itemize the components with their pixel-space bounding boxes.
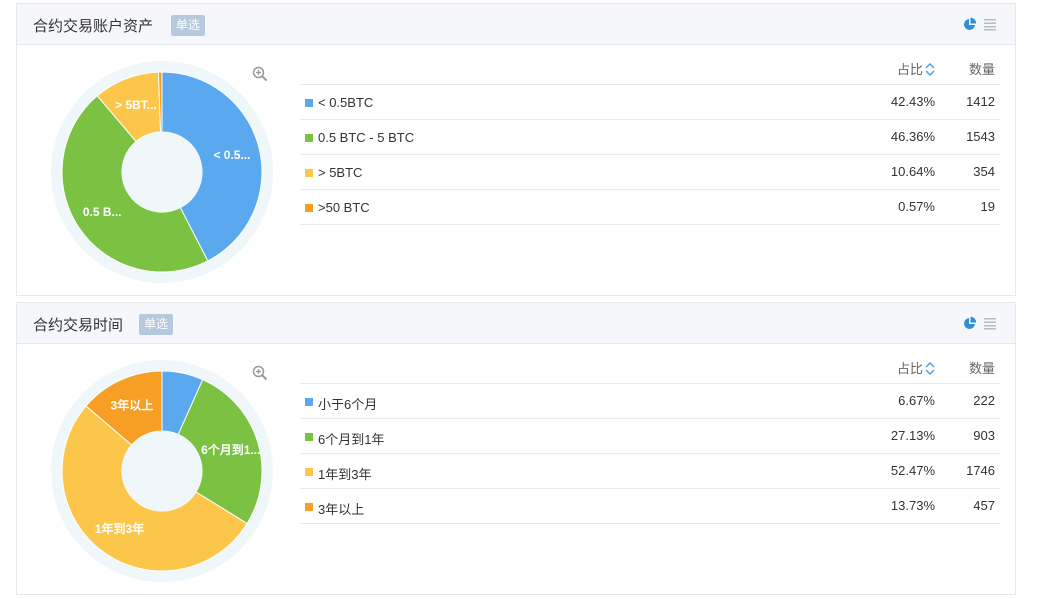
count-header: 数量: [968, 62, 995, 77]
view-toggle: [963, 17, 997, 31]
sort-icon[interactable]: [925, 362, 935, 375]
row-count: 354: [973, 164, 995, 179]
percent-header[interactable]: 占比: [897, 358, 935, 377]
row-label: < 0.5BTC: [318, 95, 374, 110]
donut-chart: < 0.5... 0.5 B... > 5BT...: [50, 60, 274, 284]
row-percent: 10.64%: [890, 164, 935, 179]
view-toggle: [963, 316, 997, 330]
data-table: 占比 数量 < 0.5BTC 42.43% 1412 0.5 BTC - 5 BTC 4…: [300, 45, 1000, 225]
row-percent: 42.43%: [890, 94, 935, 109]
row-count: 903: [973, 428, 995, 443]
row-label: 1年到3年: [318, 467, 372, 482]
table-row[interactable]: 0.5 BTC - 5 BTC 46.36% 1543: [300, 120, 1000, 155]
row-label: > 5BTC: [318, 165, 363, 180]
legend-swatch: [305, 398, 313, 406]
percent-header[interactable]: 占比: [897, 59, 935, 78]
row-percent: 27.13%: [890, 428, 935, 443]
slice-label: > 5BT...: [115, 98, 157, 112]
data-table: 占比 数量 小于6个月 6.67% 222 6个月到1年 27.13% 903 1年到3年 5…: [300, 344, 1000, 524]
row-label: 6个月到1年: [318, 432, 385, 447]
table-row[interactable]: < 0.5BTC 42.43% 1412: [300, 85, 1000, 120]
row-label: >50 BTC: [318, 200, 370, 215]
slice-label: < 0.5...: [213, 148, 250, 162]
table-row[interactable]: 6个月到1年 27.13% 903: [300, 419, 1000, 454]
pie-chart-icon[interactable]: [963, 316, 977, 330]
row-count: 19: [980, 199, 995, 214]
donut-hole: [122, 431, 202, 511]
slice-label: 0.5 B...: [83, 205, 122, 219]
table-header: 占比 数量: [300, 344, 1000, 384]
legend-swatch: [305, 433, 313, 441]
zoom-icon[interactable]: [252, 365, 268, 381]
table-header: 占比 数量: [300, 45, 1000, 85]
legend-swatch: [305, 503, 313, 511]
row-count: 1543: [966, 129, 995, 144]
row-label: 3年以上: [318, 502, 365, 517]
legend-swatch: [305, 204, 313, 212]
sort-icon[interactable]: [925, 63, 935, 76]
row-percent: 6.67%: [898, 393, 935, 408]
legend-swatch: [305, 134, 313, 142]
panel-title: 合约交易账户资产: [33, 18, 154, 35]
row-count: 1412: [966, 94, 995, 109]
slice-label: 6个月到1...: [201, 442, 260, 457]
legend-swatch: [305, 169, 313, 177]
slice-label: 3年以上: [111, 398, 154, 413]
list-icon[interactable]: [983, 316, 997, 330]
table-row[interactable]: >50 BTC 0.57% 19: [300, 190, 1000, 225]
table-row[interactable]: 1年到3年 52.47% 1746: [300, 454, 1000, 489]
row-label: 0.5 BTC - 5 BTC: [318, 130, 415, 145]
row-count: 222: [973, 393, 995, 408]
row-percent: 13.73%: [890, 498, 935, 513]
panel-title: 合约交易时间: [33, 317, 124, 334]
panel-trading-time: 合约交易时间 单选 6个月到1... 1年到3年 3年以上 占比 数量 小于6个月 6…: [16, 302, 1016, 595]
legend-swatch: [305, 468, 313, 476]
row-percent: 52.47%: [890, 463, 935, 478]
zoom-icon[interactable]: [252, 66, 268, 82]
single-select-tag[interactable]: 单选: [171, 15, 206, 36]
panel-header: 合约交易账户资产 单选: [17, 4, 1015, 45]
pie-chart-icon[interactable]: [963, 17, 977, 31]
row-percent: 0.57%: [898, 199, 935, 214]
table-row[interactable]: > 5BTC 10.64% 354: [300, 155, 1000, 190]
legend-swatch: [305, 99, 313, 107]
row-count: 457: [973, 498, 995, 513]
count-header: 数量: [968, 361, 995, 376]
row-label: 小于6个月: [318, 397, 378, 412]
row-percent: 46.36%: [890, 129, 935, 144]
row-count: 1746: [966, 463, 995, 478]
list-icon[interactable]: [983, 17, 997, 31]
table-row[interactable]: 3年以上 13.73% 457: [300, 489, 1000, 524]
panel-header: 合约交易时间 单选: [17, 303, 1015, 344]
table-row[interactable]: 小于6个月 6.67% 222: [300, 384, 1000, 419]
donut-chart: 6个月到1... 1年到3年 3年以上: [50, 359, 274, 583]
panel-account-assets: 合约交易账户资产 单选 < 0.5... 0.5 B... > 5BT... 占比 …: [16, 3, 1016, 296]
slice-label: 1年到3年: [95, 521, 144, 536]
single-select-tag[interactable]: 单选: [139, 314, 174, 335]
donut-hole: [122, 132, 202, 212]
